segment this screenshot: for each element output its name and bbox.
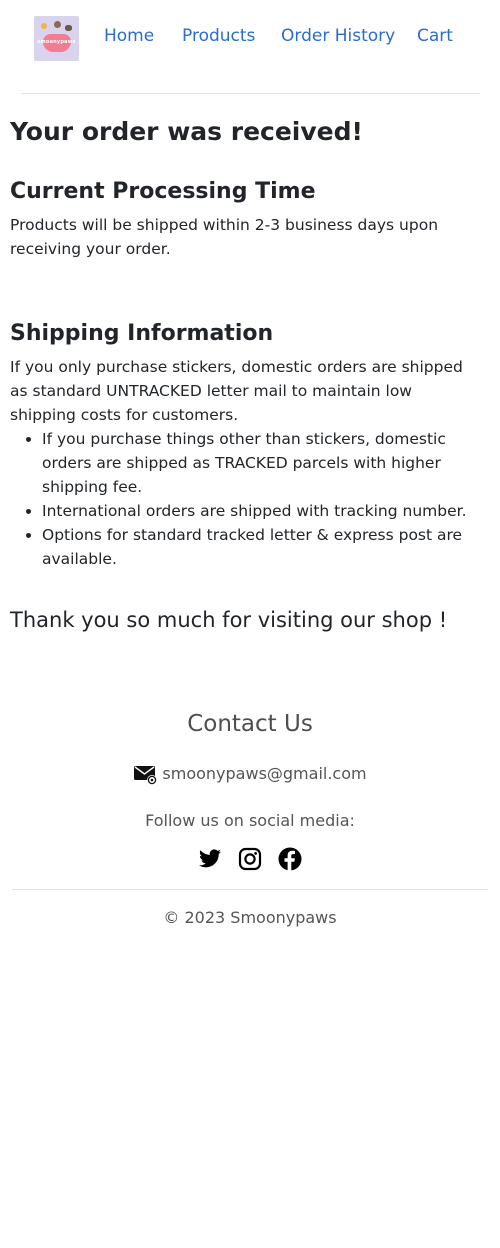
page-title: Your order was received! [10,117,363,146]
thank-you-message: Thank you so much for visiting our shop … [10,608,448,632]
logo-text: smoonypaws [37,39,76,45]
processing-text: Products will be shipped within 2-3 busi… [10,216,439,258]
processing-heading: Current Processing Time [10,179,316,204]
nav-divider [21,93,480,94]
contact-title: Contact Us [187,711,313,737]
logo-decoration [65,25,72,31]
shipping-heading: Shipping Information [10,321,274,346]
facebook-icon[interactable] [278,847,302,871]
social-links [0,847,500,871]
copyright: © 2023 Smoonypaws [163,908,337,927]
list-item: International orders are shipped with tr… [42,499,492,523]
nav-link-order-history[interactable]: Order History [281,25,395,47]
follow-text: Follow us on social media: [145,811,355,830]
email-row: smoonypaws@gmail.com [0,762,500,786]
logo-decoration [54,21,61,28]
shipping-list: If you purchase things other than sticke… [0,427,492,571]
nav-link-home[interactable]: Home [104,25,154,47]
footer-divider [12,889,488,890]
email-icon [134,766,158,785]
twitter-icon[interactable] [198,847,222,871]
instagram-icon[interactable] [238,847,262,871]
list-item: If you purchase things other than sticke… [42,427,492,499]
nav-link-cart[interactable]: Cart [417,25,453,47]
email-link[interactable]: smoonypaws@gmail.com [162,764,366,783]
navbar: smoonypaws Home Products Order History C… [0,0,500,72]
list-item: Options for standard tracked letter & ex… [42,523,492,571]
nav-link-products[interactable]: Products [182,25,255,47]
logo-decoration [41,23,47,29]
logo[interactable]: smoonypaws [34,16,79,61]
shipping-intro: If you only purchase stickers, domestic … [10,358,463,424]
